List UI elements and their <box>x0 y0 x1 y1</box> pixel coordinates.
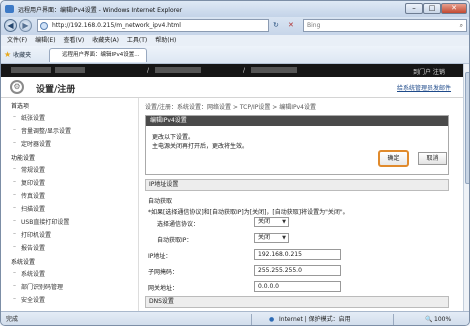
device-bar: / / 到门户 注销 <box>1 64 464 77</box>
ip-section-header: IP地址设置 <box>145 179 449 191</box>
sidebar-item-usb-print[interactable]: USB直接打印设置 <box>13 217 69 226</box>
maximize-button[interactable]: □ <box>423 3 441 14</box>
ip-label: IP地址： <box>148 253 172 260</box>
browser-window: 远程用户界面：编辑IPv4设置 - Windows Internet Explo… <box>0 0 470 326</box>
device-name-redacted <box>11 67 51 73</box>
dns-section-header: DNS设置 <box>145 296 449 308</box>
title-bar: 远程用户界面：编辑IPv4设置 - Windows Internet Explo… <box>1 1 469 17</box>
sidebar-group-system[interactable]: 系统设置 <box>11 257 35 266</box>
sidebar-item-scan[interactable]: 扫描设置 <box>13 204 45 213</box>
close-button[interactable]: ✕ <box>441 3 467 14</box>
globe-icon: ● <box>269 316 275 323</box>
address-row: ◀ ▶ http://192.168.0.215/m_network_ipv4.… <box>1 17 469 35</box>
menu-file[interactable]: 文件(F) <box>7 37 27 44</box>
star-icon: ★ <box>4 50 12 59</box>
location-redacted <box>155 67 201 73</box>
tab-label: 远程用户界面：编辑IPv4设置... <box>62 52 140 58</box>
url-text: http://192.168.0.215/m_network_ipv4.html <box>52 22 181 29</box>
page-header: ⚙ 设置/注册 给系统管理员发邮件 <box>1 77 464 98</box>
zoom-level[interactable]: 100% <box>434 312 451 325</box>
sidebar: 首选项 纸张设置 音量调整/显示设置 定时器设置 功能设置 常规设置 复印设置 … <box>1 98 139 311</box>
dialog-message-2: 主电源关闭再打开后，更改将生效。 <box>152 143 249 150</box>
page-icon <box>40 22 48 30</box>
sidebar-item-copy[interactable]: 复印设置 <box>13 178 45 187</box>
auto-get-note: *如果[选择通信协议]和[自动获取IP]为[关闭]，[自动获取]将设置为"关闭"… <box>148 209 349 216</box>
gateway-field[interactable]: 0.0.0.0 <box>254 281 341 292</box>
protocol-select[interactable]: 关闭 <box>254 217 289 227</box>
favorites-bar: ★ 收藏夹 远程用户界面：编辑IPv4设置... <box>1 46 469 64</box>
topbar-separator: / <box>147 67 150 74</box>
menu-view[interactable]: 查看(V) <box>63 37 84 44</box>
topbar-separator-2: / <box>243 67 246 74</box>
ok-button[interactable]: 确定 <box>378 150 409 167</box>
browser-tab[interactable]: 远程用户界面：编辑IPv4设置... <box>49 48 147 62</box>
sidebar-item-volume[interactable]: 音量调整/显示设置 <box>13 126 71 135</box>
ie-icon <box>5 5 14 13</box>
forward-button[interactable]: ▶ <box>19 19 32 32</box>
favorites-button[interactable]: ★ 收藏夹 <box>4 50 31 59</box>
menu-help[interactable]: 帮助(H) <box>155 37 176 44</box>
autoip-label: 自动获取IP： <box>157 237 193 244</box>
address-bar[interactable]: http://192.168.0.215/m_network_ipv4.html <box>37 19 269 32</box>
mask-value: 255.255.255.0 <box>258 267 302 274</box>
zone-text: Internet | 保护模式：启用 <box>279 316 351 323</box>
mail-admin-link[interactable]: 给系统管理员发邮件 <box>397 83 451 92</box>
sidebar-item-timer[interactable]: 定时器设置 <box>13 139 51 148</box>
auto-get-label: 自动获取 <box>148 198 173 205</box>
sidebar-item-printer[interactable]: 打印机设置 <box>13 230 51 239</box>
sidebar-item-dept-id[interactable]: 部门识别码管理 <box>13 282 63 291</box>
edit-dialog: 编辑IPv4设置 更改以下设置。 主电源关闭再打开后，更改将生效。 确定 取消 <box>145 115 449 175</box>
autoip-select[interactable]: 关闭 <box>254 233 289 243</box>
breadcrumb: 设置/注册：系统设置：网络设置 > TCP/IP设置 > 编辑IPv4设置 <box>145 104 316 111</box>
sidebar-item-general[interactable]: 常规设置 <box>13 165 45 174</box>
zoom-icon: 🔍 <box>425 316 433 323</box>
cancel-button[interactable]: 取消 <box>418 152 447 165</box>
admin-redacted <box>251 67 297 73</box>
settings-gear-icon: ⚙ <box>10 80 24 94</box>
sidebar-group-functions[interactable]: 功能设置 <box>11 153 35 162</box>
vertical-scrollbar[interactable] <box>463 64 469 311</box>
gateway-label: 网关地址： <box>148 285 179 292</box>
status-bar: 完成 ● Internet | 保护模式：启用 🔍 100% <box>1 311 469 325</box>
page-title: 设置/注册 <box>36 85 76 95</box>
menu-bar: 文件(F) 编辑(E) 查看(V) 收藏夹(A) 工具(T) 帮助(H) <box>1 35 469 46</box>
favorites-label: 收藏夹 <box>13 52 32 59</box>
mask-label: 子网掩码： <box>148 269 179 276</box>
status-divider-2 <box>393 314 394 325</box>
sidebar-item-fax[interactable]: 传真设置 <box>13 191 45 200</box>
sidebar-item-paper[interactable]: 纸张设置 <box>13 113 45 122</box>
scroll-thumb[interactable] <box>465 72 469 184</box>
refresh-button[interactable]: ↻ <box>273 20 279 31</box>
search-icon[interactable]: ⌕ <box>460 20 463 31</box>
sidebar-group-preferences[interactable]: 首选项 <box>11 101 29 110</box>
product-name-redacted <box>55 67 85 73</box>
subnet-mask-field[interactable]: 255.255.255.0 <box>254 265 341 276</box>
menu-edit[interactable]: 编辑(E) <box>35 37 55 44</box>
protocol-label: 选择通信协议： <box>157 221 200 228</box>
minimize-button[interactable]: – <box>405 3 423 14</box>
portal-logout-links[interactable]: 到门户 注销 <box>413 67 445 76</box>
protocol-value: 关闭 <box>258 218 271 225</box>
menu-tools[interactable]: 工具(T) <box>127 37 147 44</box>
ip-value: 192.168.0.215 <box>258 251 302 258</box>
ip-field[interactable]: 192.168.0.215 <box>254 249 341 260</box>
sidebar-item-security[interactable]: 安全设置 <box>13 295 45 304</box>
dialog-title: 编辑IPv4设置 <box>146 116 448 126</box>
dialog-message-1: 更改以下设置。 <box>152 134 195 141</box>
window-title: 远程用户界面：编辑IPv4设置 - Windows Internet Explo… <box>18 7 183 14</box>
autoip-value: 关闭 <box>258 234 271 241</box>
sidebar-item-system[interactable]: 系统设置 <box>13 269 45 278</box>
search-input[interactable]: Bing ⌕ <box>303 19 467 32</box>
stop-button[interactable]: ✕ <box>288 20 294 31</box>
menu-favorites[interactable]: 收藏夹(A) <box>92 37 119 44</box>
search-placeholder: Bing <box>307 22 321 29</box>
sidebar-item-report[interactable]: 报告设置 <box>13 243 45 252</box>
gateway-value: 0.0.0.0 <box>258 283 279 290</box>
main-panel: 设置/注册：系统设置：网络设置 > TCP/IP设置 > 编辑IPv4设置 编辑… <box>141 98 463 311</box>
status-text: 完成 <box>6 316 19 323</box>
back-button[interactable]: ◀ <box>4 19 17 32</box>
status-divider <box>251 314 252 325</box>
